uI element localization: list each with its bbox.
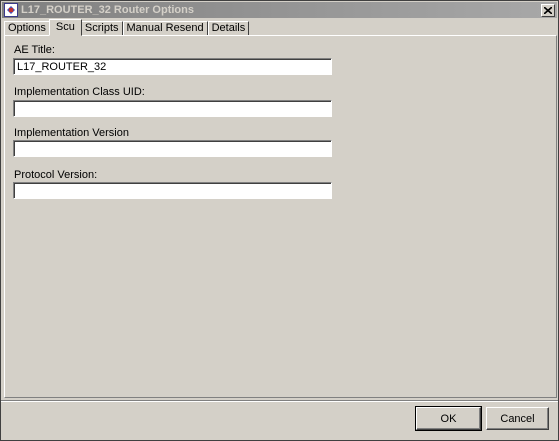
footer-divider [1,400,558,402]
tab-details[interactable]: Details [207,21,250,36]
protocol-version-label: Protocol Version: [14,169,98,181]
title-bar[interactable]: L17_ROUTER_32 Router Options [2,2,557,18]
tab-scripts[interactable]: Scripts [80,21,123,36]
tab-scu[interactable]: Scu [48,19,82,36]
implementation-version-label: Implementation Version [14,127,129,139]
cancel-button[interactable]: Cancel [486,407,549,430]
tab-strip: Options Scu Scripts Manual Resend Detail… [4,19,250,36]
close-button[interactable] [541,3,555,17]
tab-options[interactable]: Options [4,21,50,36]
close-icon [544,6,552,14]
scu-tab-panel: AE Title: Implementation Class UID: Impl… [4,35,557,398]
router-app-icon [4,3,18,17]
window-title: L17_ROUTER_32 Router Options [21,4,194,16]
ae-title-input[interactable] [13,58,332,75]
implementation-version-input[interactable] [13,140,332,157]
implementation-class-uid-input[interactable] [13,100,332,117]
protocol-version-input[interactable] [13,182,332,199]
router-options-window: L17_ROUTER_32 Router Options Options Scu… [0,0,559,441]
tab-manual-resend[interactable]: Manual Resend [122,21,208,36]
ae-title-label: AE Title: [14,44,55,56]
ok-button[interactable]: OK [415,406,482,431]
implementation-class-uid-label: Implementation Class UID: [14,86,145,98]
